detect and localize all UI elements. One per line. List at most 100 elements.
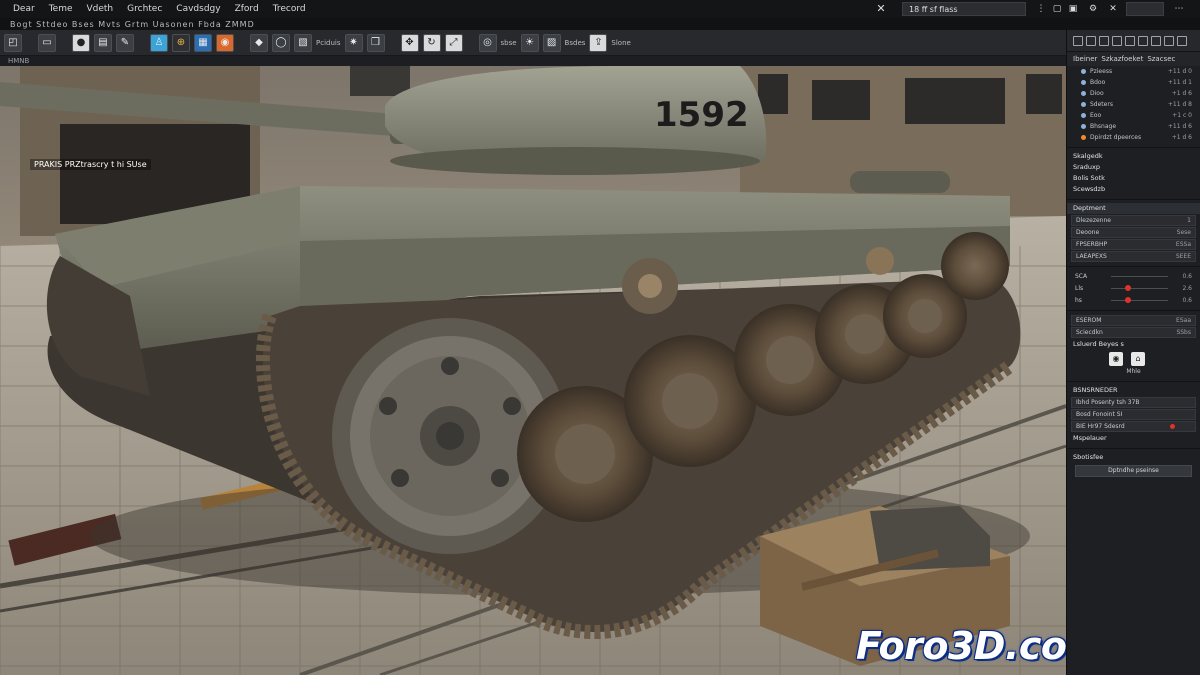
rotate-tool-icon[interactable]: ↻ (422, 33, 441, 52)
slider-knob[interactable] (1125, 297, 1131, 303)
camera-tool-icon[interactable]: ◉ (216, 33, 234, 52)
action-button[interactable]: Dptndhe pseinse (1075, 465, 1192, 477)
property-field[interactable]: FPSERBHP ESSa (1071, 239, 1196, 250)
object-icon (1081, 91, 1086, 96)
outliner-col-2: Szkazfoeket (1101, 55, 1144, 63)
render-section: ESEROM ESaa Sciecdkn SSbs Lsluerd Beyes s … (1067, 310, 1200, 377)
toolbar-tooltip-1: Pciduis (316, 38, 341, 47)
menu-item-6[interactable]: Zford (228, 0, 266, 18)
orbit-tool-icon[interactable]: ◯ (272, 33, 290, 52)
file-tab-label: 18 ff sf flass (909, 4, 958, 14)
minimize-icon[interactable]: ▣ (1066, 2, 1080, 16)
layers-icon[interactable] (1112, 35, 1122, 46)
tree-item[interactable]: Eoo +1 c 0 (1067, 110, 1200, 121)
settings-section: Skalgedk Sraduxp Bolis Sotk Scewsdzb (1067, 147, 1200, 195)
outliner-header: Ibeiner Szkazfoeket Szacsec (1067, 52, 1200, 66)
menu-item-4[interactable]: Grchtec (120, 0, 169, 18)
file-tab[interactable]: 18 ff sf flass (902, 2, 1026, 16)
property-field[interactable]: BIE Hr97 Sdesrd (1071, 421, 1196, 432)
export-tool-icon[interactable]: ⇪ (589, 33, 608, 52)
section-item[interactable]: Skalgedk (1067, 151, 1200, 162)
light-icon[interactable] (1151, 35, 1161, 46)
property-field[interactable]: Ibhd Posenty tsh 37B (1071, 397, 1196, 408)
scale-tool-icon[interactable]: ⤢ (444, 33, 463, 52)
property-field[interactable]: Bosd Fonoint SI (1071, 409, 1196, 420)
tree-item[interactable]: Dpirdzt dpeerces +1 d 6 (1067, 132, 1200, 143)
menu-item-2[interactable]: Teme (42, 0, 80, 18)
slider-knob[interactable] (1125, 285, 1131, 291)
material-icon[interactable] (1125, 35, 1135, 46)
object-icon (1081, 124, 1086, 129)
menu-item-5[interactable]: Cavdsdgy (169, 0, 227, 18)
main-menu: Dear Teme Vdeth Grchtec Cavdsdgy Zford T… (0, 0, 313, 18)
property-field[interactable]: ESEROM ESaa (1071, 315, 1196, 326)
section-item[interactable]: Sraduxp (1067, 162, 1200, 173)
camera-icon[interactable] (1138, 35, 1148, 46)
menu-bar: Dear Teme Vdeth Grchtec Cavdsdgy Zford T… (0, 0, 1200, 18)
layers-tool-icon[interactable]: ▧ (294, 33, 312, 52)
property-field[interactable]: Dlezezenne 1 (1071, 215, 1196, 226)
settings-icon[interactable]: ⚙ (1086, 2, 1100, 16)
world-icon[interactable] (1177, 35, 1187, 46)
move-tool-icon[interactable]: ✥ (400, 33, 419, 52)
section-item[interactable]: Lsluerd Beyes s (1067, 339, 1200, 350)
outliner-col-1: Ibeiner (1073, 55, 1098, 63)
edit-tool-icon[interactable]: ✎ (116, 33, 134, 52)
link-tool-icon[interactable]: ⊕ (172, 33, 190, 52)
restore-icon[interactable]: ▢ (1050, 2, 1064, 16)
section-title[interactable]: Sbotisfee (1067, 452, 1200, 463)
object-icon (1081, 113, 1086, 118)
menu-item-7[interactable]: Trecord (266, 0, 313, 18)
sliders-section: SCA 0.6 Lls 2.6 hs 0.6 (1067, 266, 1200, 306)
render-tool-icon[interactable]: ▦ (194, 33, 212, 52)
tree-item[interactable]: Bhsnage +11 d 6 (1067, 121, 1200, 132)
property-field[interactable]: Sciecdkn SSbs (1071, 327, 1196, 338)
property-slider[interactable]: Lls 2.6 (1071, 283, 1196, 294)
menu-item-3[interactable]: Vdeth (80, 0, 121, 18)
tree-item[interactable]: Pzieess +11 d 0 (1067, 66, 1200, 77)
outliner-col-3: Szacsec (1147, 55, 1176, 63)
icon-caption: Mhle (1126, 368, 1141, 375)
section-title[interactable]: BSNSRNEDER (1067, 385, 1200, 396)
section-item[interactable]: Bolis Sotk (1067, 173, 1200, 184)
figure-tool-icon[interactable]: ♙ (150, 33, 168, 52)
snap-tool-icon[interactable]: ◎ (478, 33, 497, 52)
light-tool-icon[interactable]: ☀ (520, 33, 539, 52)
department-section: Deptment Dlezezenne 1 Deoone Sese FPSERBHP… (1067, 199, 1200, 262)
section-title[interactable]: Deptment (1067, 203, 1200, 214)
window-close-icon[interactable]: ✕ (1106, 2, 1120, 16)
window-tool-icon[interactable]: ▭ (38, 33, 56, 52)
section-item[interactable]: Mspelauer (1067, 433, 1200, 444)
home-icon[interactable]: ⌂ (1131, 352, 1145, 366)
property-slider[interactable]: hs 0.6 (1071, 295, 1196, 306)
search-input[interactable] (1126, 2, 1164, 16)
tree-icon[interactable] (1099, 35, 1109, 46)
camera-icon[interactable]: ◉ (1109, 352, 1123, 366)
material-tool-icon[interactable]: ▨ (542, 33, 561, 52)
light-object-icon (1081, 135, 1086, 140)
tree-item[interactable]: Sdeters +11 d 8 (1067, 99, 1200, 110)
property-field[interactable]: LAEAPEXS SEEE (1071, 251, 1196, 262)
cube-tool-icon[interactable]: ❒ (366, 33, 385, 52)
viewport-overlay-label: PRAKIS PRZtrascry t hi SUse (30, 159, 151, 170)
section-item[interactable]: Scewsdzb (1067, 184, 1200, 195)
object-tool-icon[interactable]: ◆ (250, 33, 268, 52)
render-icon[interactable] (1164, 35, 1174, 46)
property-field[interactable]: Deoone Sese (1071, 227, 1196, 238)
select-tool-icon[interactable]: ◰ (4, 33, 22, 52)
3d-viewport[interactable]: 1592 PRAKIS PRZtrascry t hi SUse (0, 66, 1066, 675)
more-icon[interactable]: ⋯ (1172, 2, 1186, 16)
ellipsis-icon[interactable]: ⋮ (1034, 2, 1048, 16)
window-icon[interactable] (1073, 35, 1083, 46)
grid-icon[interactable] (1086, 35, 1096, 46)
tree-item[interactable]: Bdoo +11 d 1 (1067, 77, 1200, 88)
sphere-tool-icon[interactable]: ● (72, 33, 90, 52)
output-section: BSNSRNEDER Ibhd Posenty tsh 37B Bosd Fon… (1067, 381, 1200, 444)
image-tool-icon[interactable]: ▤ (94, 33, 112, 52)
close-icon[interactable]: ✕ (874, 2, 888, 15)
tree-item[interactable]: Dioo +1 d 6 (1067, 88, 1200, 99)
gear-tool-icon[interactable]: ✷ (344, 33, 363, 52)
object-icon (1081, 102, 1086, 107)
menu-item-1[interactable]: Dear (6, 0, 42, 18)
property-slider[interactable]: SCA 0.6 (1071, 271, 1196, 282)
